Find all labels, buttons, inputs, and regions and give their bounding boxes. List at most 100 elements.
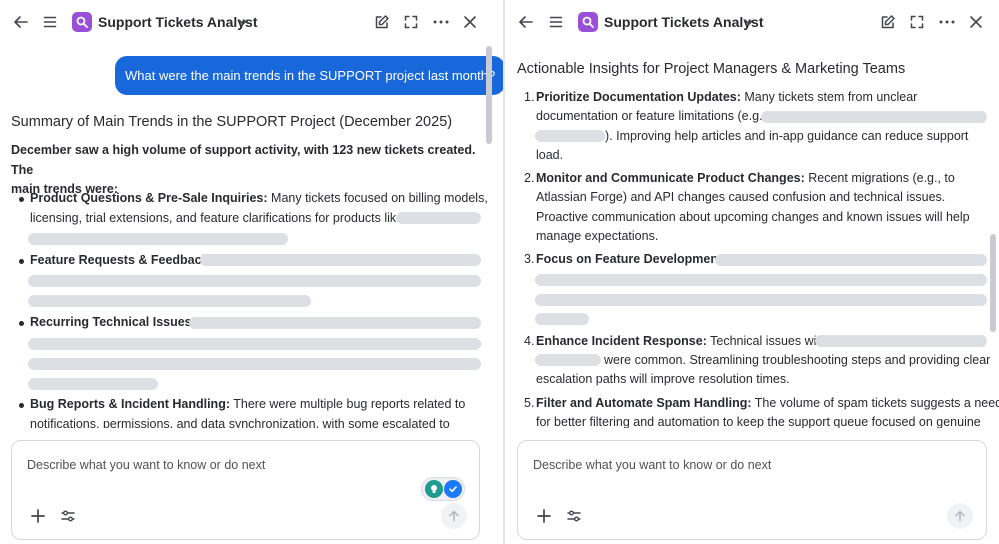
menu-icon[interactable]: [545, 11, 567, 33]
settings-sliders-icon[interactable]: [564, 506, 584, 526]
item-label: Enhance Incident Response:: [536, 334, 707, 348]
list-item: Focus on Feature Development:: [536, 250, 726, 270]
right-composer[interactable]: Describe what you want to know or do nex…: [517, 440, 987, 540]
left-scrollbar[interactable]: [486, 46, 492, 144]
item-number: 2.: [524, 171, 535, 185]
send-button[interactable]: [441, 503, 467, 529]
item-text: load.: [536, 148, 564, 162]
agent-logo-icon: [578, 12, 598, 32]
item-text: Many tickets stem from unclear: [740, 90, 918, 104]
menu-icon[interactable]: [39, 11, 61, 33]
section-title: Actionable Insights for Project Managers…: [517, 61, 906, 77]
lightbulb-icon: [425, 480, 443, 498]
left-composer[interactable]: Describe what you want to know or do nex…: [11, 440, 480, 540]
redacted-text: [28, 275, 481, 287]
list-item: Bug Reports & Incident Handling: There w…: [30, 395, 465, 415]
item-text: escalation paths will improve resolution…: [536, 372, 790, 386]
redacted-text: [396, 212, 481, 224]
item-number: 5.: [524, 396, 535, 410]
redacted-text: [28, 295, 311, 307]
item-text: ). Improving help articles and in-app gu…: [605, 129, 969, 143]
send-button[interactable]: [947, 503, 973, 529]
user-message-bubble: What were the main trends in the SUPPORT…: [115, 56, 503, 95]
checkmark-icon: [444, 480, 462, 498]
list-item: Product Questions & Pre-Sale Inquiries: …: [30, 189, 488, 209]
item-text: The volume of spam tickets suggests a ne…: [751, 396, 999, 410]
redacted-text: [815, 335, 987, 347]
redacted-text: [715, 254, 987, 266]
prompt-input[interactable]: Describe what you want to know or do nex…: [533, 458, 771, 472]
expand-icon[interactable]: [400, 11, 422, 33]
redacted-text: [535, 354, 601, 366]
add-icon[interactable]: [534, 506, 554, 526]
chevron-down-icon[interactable]: [236, 15, 250, 29]
item-number: 3.: [524, 252, 535, 266]
left-panel-header: Support Tickets Analyst: [0, 0, 503, 46]
item-text: notifications, permissions, and data syn…: [30, 417, 450, 428]
item-label: Monitor and Communicate Product Changes:: [536, 171, 805, 185]
prompt-input[interactable]: Describe what you want to know or do nex…: [27, 458, 265, 472]
item-number: 4.: [524, 334, 535, 348]
right-scrollbar[interactable]: [990, 234, 996, 332]
item-number: 1.: [524, 90, 535, 104]
back-arrow-icon[interactable]: [515, 11, 537, 33]
edit-icon[interactable]: [877, 11, 899, 33]
redacted-text: [535, 294, 987, 306]
chevron-down-icon[interactable]: [742, 15, 756, 29]
writing-assistant-badge[interactable]: [421, 477, 465, 501]
redacted-text: [761, 111, 987, 123]
arrow-up-icon: [449, 510, 459, 522]
bullet-dot: [19, 321, 24, 326]
right-panel-header: Support Tickets Analyst: [505, 0, 999, 46]
item-text: There were multiple bug reports related …: [230, 397, 466, 411]
left-conversation[interactable]: What were the main trends in the SUPPORT…: [0, 46, 503, 428]
item-text: Atlassian Forge) and API changes caused …: [536, 190, 946, 204]
more-options-icon[interactable]: [936, 11, 958, 33]
redacted-text: [535, 274, 987, 286]
item-text: Proactive communication about upcoming c…: [536, 210, 970, 224]
agent-title[interactable]: Support Tickets Analyst: [604, 14, 763, 30]
item-label: Prioritize Documentation Updates:: [536, 90, 741, 104]
list-item: Feature Requests & Feedback:: [30, 251, 213, 271]
redacted-text: [28, 233, 288, 245]
back-arrow-icon[interactable]: [10, 11, 32, 33]
item-text: Many tickets focused on billing models,: [267, 191, 488, 205]
settings-sliders-icon[interactable]: [58, 506, 78, 526]
agent-logo-icon: [72, 12, 92, 32]
add-icon[interactable]: [28, 506, 48, 526]
arrow-up-icon: [955, 510, 965, 522]
list-item: Filter and Automate Spam Handling: The v…: [536, 394, 999, 414]
item-text: were common. Streamlining troubleshootin…: [604, 353, 991, 367]
redacted-text: [189, 317, 481, 329]
left-chat-panel: Support Tickets Analyst What were the ma…: [0, 0, 503, 544]
list-item: Recurring Technical Issues:: [30, 313, 196, 333]
close-icon[interactable]: [965, 11, 987, 33]
redacted-text: [535, 313, 589, 325]
expand-icon[interactable]: [906, 11, 928, 33]
redacted-text: [28, 358, 481, 370]
item-label: Product Questions & Pre-Sale Inquiries:: [30, 191, 268, 205]
agent-title[interactable]: Support Tickets Analyst: [98, 14, 257, 30]
item-label: Filter and Automate Spam Handling:: [536, 396, 752, 410]
redacted-text: [200, 254, 481, 266]
item-text: Technical issues with: [706, 334, 827, 348]
item-label: Focus on Feature Development:: [536, 252, 727, 266]
more-options-icon[interactable]: [430, 11, 452, 33]
item-label: Feature Requests & Feedback:: [30, 253, 213, 267]
item-text: licensing, trial extensions, and feature…: [30, 211, 404, 225]
close-icon[interactable]: [459, 11, 481, 33]
list-item: Monitor and Communicate Product Changes:…: [536, 169, 955, 189]
right-conversation[interactable]: Actionable Insights for Project Managers…: [505, 46, 999, 428]
bullet-dot: [19, 197, 24, 202]
redacted-text: [28, 378, 158, 390]
edit-icon[interactable]: [371, 11, 393, 33]
right-chat-panel: Support Tickets Analyst Actionable Insig…: [505, 0, 999, 544]
redacted-text: [535, 130, 605, 142]
item-text: documentation or feature limitations (e.…: [536, 109, 766, 123]
intro-line: December saw a high volume of support ac…: [11, 143, 476, 177]
item-text: for better filtering and automation to k…: [536, 415, 981, 428]
item-label: Recurring Technical Issues:: [30, 315, 196, 329]
response-title: Summary of Main Trends in the SUPPORT Pr…: [11, 114, 453, 130]
item-text: manage expectations.: [536, 229, 659, 243]
bullet-dot: [19, 403, 24, 408]
